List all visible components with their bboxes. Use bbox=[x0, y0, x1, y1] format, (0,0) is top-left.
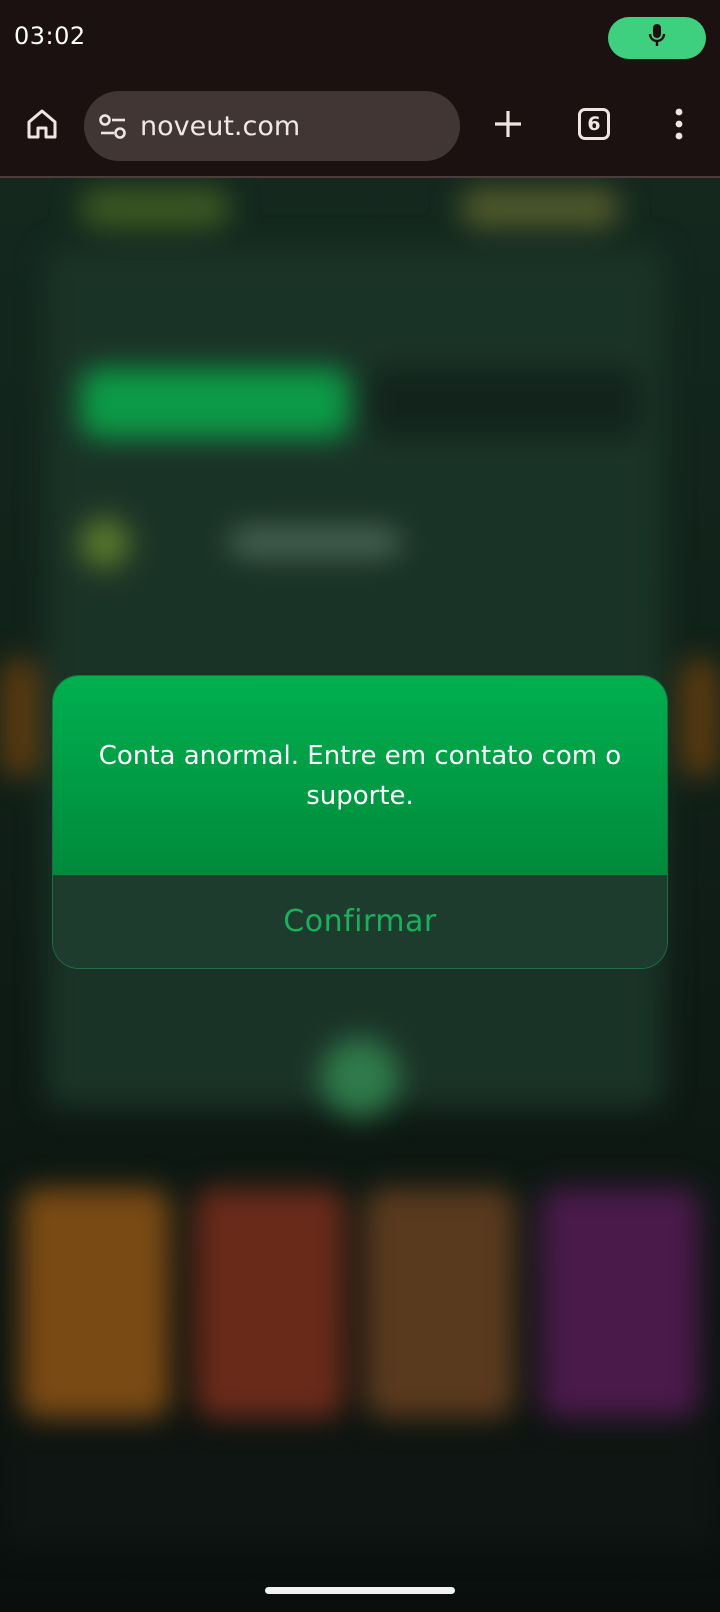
home-icon bbox=[25, 107, 59, 145]
blurred-bottom-nav bbox=[0, 1428, 720, 1548]
blurred-dark-tab bbox=[370, 368, 640, 438]
plus-icon bbox=[492, 108, 524, 144]
url-text: noveut.com bbox=[140, 111, 301, 142]
browser-toolbar: noveut.com 6 bbox=[0, 78, 720, 178]
more-vert-icon bbox=[674, 108, 684, 144]
blurred-side-item bbox=[0, 658, 40, 778]
status-time: 03:02 bbox=[14, 22, 86, 50]
dialog-message-area: Conta anormal. Entre em contato com o su… bbox=[53, 676, 667, 875]
dialog-message: Conta anormal. Entre em contato com o su… bbox=[98, 740, 622, 811]
blurred-green-tab bbox=[80, 368, 350, 438]
confirm-button[interactable]: Confirmar bbox=[253, 894, 466, 949]
blurred-header-item bbox=[460, 188, 620, 228]
blurred-game-card bbox=[20, 1188, 170, 1418]
alert-dialog: Conta anormal. Entre em contato com o su… bbox=[53, 676, 667, 968]
tab-switcher-button[interactable]: 6 bbox=[578, 108, 610, 140]
blurred-circle bbox=[320, 1038, 400, 1118]
blurred-game-card bbox=[195, 1188, 345, 1418]
dialog-actions: Confirmar bbox=[53, 875, 667, 968]
new-tab-button[interactable] bbox=[488, 106, 528, 146]
home-indicator[interactable] bbox=[265, 1587, 455, 1594]
blurred-side-item bbox=[680, 658, 720, 778]
microphone-icon bbox=[647, 23, 667, 53]
blurred-logo bbox=[80, 188, 230, 228]
site-settings-icon[interactable] bbox=[98, 113, 128, 141]
tab-count: 6 bbox=[587, 113, 601, 135]
blurred-text bbox=[230, 528, 400, 556]
blurred-game-card bbox=[540, 1188, 700, 1418]
blurred-game-card bbox=[365, 1188, 515, 1418]
more-menu-button[interactable] bbox=[664, 106, 694, 146]
address-bar[interactable]: noveut.com bbox=[84, 91, 460, 161]
home-button[interactable] bbox=[22, 106, 62, 146]
blurred-icon bbox=[80, 518, 130, 568]
status-bar: 03:02 bbox=[0, 0, 720, 78]
mic-indicator[interactable] bbox=[608, 17, 706, 59]
